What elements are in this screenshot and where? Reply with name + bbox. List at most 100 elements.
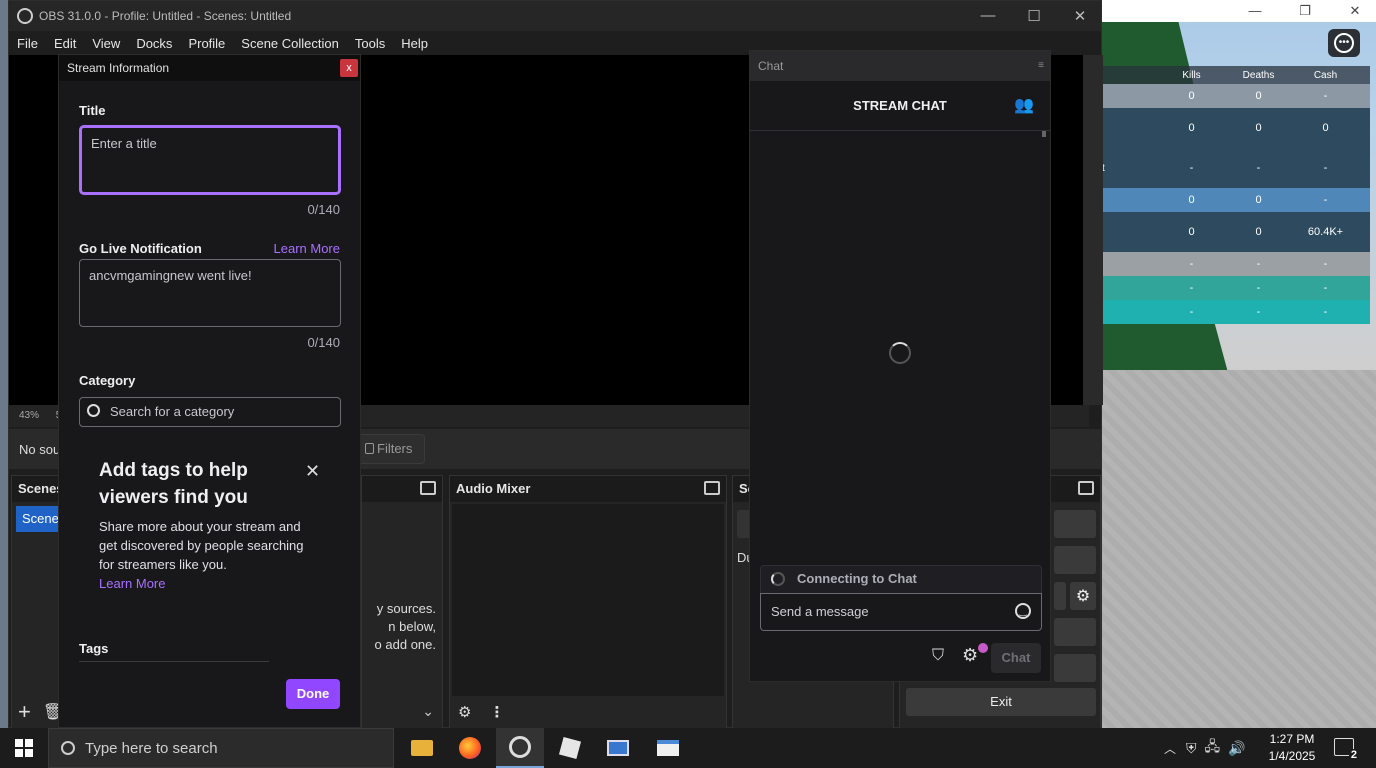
- deaths-value: -: [1256, 306, 1261, 318]
- audio-mixer-header: Audio Mixer: [450, 476, 726, 502]
- menu-tools[interactable]: Tools: [347, 33, 393, 55]
- menu-help[interactable]: Help: [393, 33, 436, 55]
- category-search-input[interactable]: Search for a category: [79, 397, 341, 427]
- virtual-camera-settings-button[interactable]: ⚙: [1070, 582, 1096, 610]
- notifications-icon[interactable]: 2: [1334, 738, 1359, 761]
- gear-icon[interactable]: ⚙: [458, 703, 471, 721]
- chat-send-button[interactable]: Chat: [991, 643, 1041, 673]
- clock-date: 1/4/2025: [1268, 749, 1316, 763]
- notification-count: 2: [1348, 749, 1359, 761]
- message-placeholder: Send a message: [771, 604, 869, 619]
- obs-app[interactable]: [496, 728, 544, 768]
- game-menu-button[interactable]: •••: [1328, 29, 1360, 57]
- learn-more-link[interactable]: Learn More: [274, 241, 340, 256]
- roblox-app[interactable]: [546, 728, 594, 768]
- minimize-icon[interactable]: —: [1240, 3, 1270, 18]
- cash-value: -: [1323, 282, 1328, 294]
- undock-icon[interactable]: [704, 481, 720, 495]
- send-message-input[interactable]: Send a message ‿: [760, 593, 1042, 631]
- restore-icon[interactable]: ❐: [1290, 3, 1320, 19]
- undock-icon[interactable]: [1078, 481, 1094, 495]
- kills-value: 0: [1188, 90, 1195, 102]
- spinner-icon: [771, 572, 785, 586]
- maximize-icon[interactable]: ☐: [1011, 7, 1057, 25]
- notification-input[interactable]: ancvmgamingnew went live!: [79, 259, 341, 327]
- filter-icon: [365, 443, 374, 454]
- deaths-value: -: [1256, 162, 1261, 174]
- chevron-down-icon[interactable]: ⌄: [422, 703, 434, 720]
- firefox-app[interactable]: [446, 728, 494, 768]
- tags-learn-more-link[interactable]: Learn More: [79, 574, 319, 593]
- menu-file[interactable]: File: [9, 33, 46, 55]
- exit-button[interactable]: Exit: [906, 688, 1096, 716]
- hint-line: o add one.: [374, 637, 436, 652]
- control-button[interactable]: [1054, 546, 1096, 574]
- filters-button[interactable]: Filters: [352, 434, 426, 464]
- clock[interactable]: 1:27 PM 1/4/2025: [1264, 731, 1320, 765]
- close-icon[interactable]: ✕: [1340, 3, 1370, 19]
- volume-icon[interactable]: 🔊: [1228, 740, 1245, 757]
- emote-icon[interactable]: ‿: [1015, 603, 1031, 619]
- security-icon[interactable]: ⛨: [1186, 740, 1197, 757]
- title-label: Title: [79, 103, 106, 118]
- file-explorer-app[interactable]: [398, 728, 446, 768]
- sources-dock-header: [362, 476, 442, 502]
- community-icon[interactable]: 👥: [1014, 81, 1034, 131]
- done-button[interactable]: Done: [286, 679, 340, 709]
- player-name: t: [1102, 162, 1105, 174]
- menu-docks[interactable]: Docks: [128, 33, 180, 55]
- start-button[interactable]: [0, 728, 48, 768]
- stream-chat-title: STREAM CHAT: [853, 98, 947, 113]
- taskbar-search[interactable]: Type here to search: [48, 728, 394, 768]
- obs-logo-icon: [17, 8, 33, 24]
- kills-value: 0: [1188, 122, 1195, 134]
- chat-dock-title: Chat: [758, 59, 784, 73]
- remote-desktop-app[interactable]: [594, 728, 642, 768]
- chat-settings-gear-icon[interactable]: ⚙: [962, 645, 978, 666]
- loading-spinner-icon: [889, 342, 911, 364]
- tags-promo-card: Add tags to help viewers find you Share …: [79, 457, 341, 593]
- menu-profile[interactable]: Profile: [180, 33, 233, 55]
- stream-chat-header: STREAM CHAT 👥: [750, 81, 1050, 131]
- chevron-up-icon[interactable]: ︿: [1164, 740, 1176, 757]
- cash-value: -: [1323, 306, 1328, 318]
- search-icon: [87, 404, 100, 417]
- tags-description: Share more about your stream and get dis…: [99, 519, 304, 572]
- column-header: Kills: [1182, 69, 1201, 81]
- title-input[interactable]: Enter a title: [79, 125, 341, 195]
- more-vertical-icon[interactable]: ⋮: [489, 703, 504, 721]
- bits-icon[interactable]: ⛉: [932, 647, 944, 665]
- network-icon[interactable]: 🖧: [1205, 736, 1221, 760]
- tags-input-edge: [79, 661, 269, 662]
- connecting-status: Connecting to Chat: [760, 565, 1042, 593]
- menu-edit[interactable]: Edit: [46, 33, 84, 55]
- add-scene-icon[interactable]: +: [18, 699, 31, 725]
- undock-icon[interactable]: [420, 481, 436, 495]
- leaderboard-row: ---: [1102, 276, 1370, 300]
- close-icon[interactable]: ✕: [305, 461, 320, 482]
- control-button[interactable]: [1054, 654, 1096, 682]
- preview-scrollbar[interactable]: [1083, 55, 1103, 405]
- leaderboard-row: 0 0 -: [1102, 188, 1370, 212]
- game-titlebar: — ❐ ✕: [1100, 0, 1376, 22]
- menu-scene-collection[interactable]: Scene Collection: [233, 33, 347, 55]
- menu-view[interactable]: View: [84, 33, 128, 55]
- deaths-value: -: [1256, 282, 1261, 294]
- chat-scrollbar[interactable]: [1042, 131, 1046, 137]
- sources-hint: y sources. n below, o add one.: [375, 600, 436, 654]
- column-header: Cash: [1313, 69, 1338, 81]
- notepad-app[interactable]: [644, 728, 692, 768]
- control-button[interactable]: [1054, 618, 1096, 646]
- control-button[interactable]: [1054, 582, 1066, 610]
- control-button[interactable]: [1054, 510, 1096, 538]
- close-button[interactable]: x: [340, 59, 358, 77]
- category-label: Category: [79, 373, 136, 388]
- leaderboard: Kills Deaths Cash 0 0 - 0 0 0 t - - - 0 0 - 0 0 60.4K+ -…: [1102, 66, 1370, 324]
- dock-menu-icon[interactable]: ≡: [1038, 51, 1044, 81]
- audio-mixer-footer: ⚙ ⋮: [450, 696, 726, 728]
- scene-item[interactable]: Scene: [16, 506, 64, 532]
- more-icon: •••: [1334, 33, 1354, 53]
- stream-information-dialog: Stream Information x Title Enter a title…: [58, 54, 361, 728]
- close-icon[interactable]: ✕: [1057, 7, 1103, 25]
- minimize-icon[interactable]: —: [965, 7, 1011, 24]
